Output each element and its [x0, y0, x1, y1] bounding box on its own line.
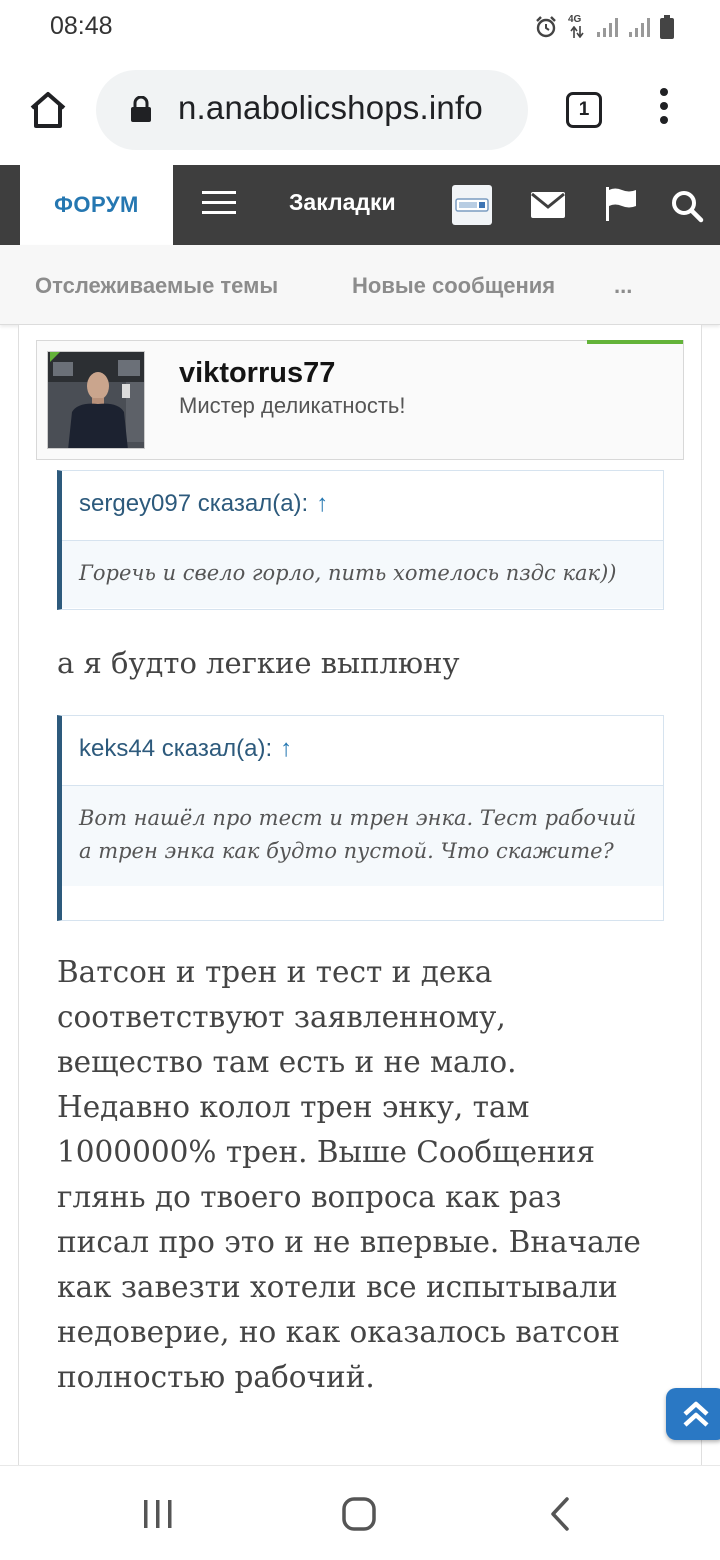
battery-icon — [660, 15, 674, 39]
avatar[interactable] — [47, 351, 145, 449]
post-reply-text: а я будто легкие выплюну — [57, 646, 460, 680]
overflow-menu-icon[interactable] — [654, 88, 674, 132]
online-indicator-bar — [587, 340, 683, 344]
quote-author[interactable]: sergey097 сказал(а): — [79, 490, 308, 517]
mail-icon[interactable] — [531, 192, 565, 218]
tab-forum-label: ФОРУМ — [54, 192, 139, 217]
sub-navigation: Отслеживаемые темы Новые сообщения ... — [0, 245, 720, 325]
avatar-icon[interactable] — [452, 185, 492, 225]
quote-header[interactable]: keks44 сказал(а): ↑ — [62, 716, 663, 786]
status-time: 08:48 — [50, 12, 113, 40]
author-title: Мистер деликатность! — [179, 393, 406, 418]
subnav-new-posts[interactable]: Новые сообщения — [352, 273, 555, 299]
search-icon[interactable] — [670, 189, 704, 223]
quote-header[interactable]: sergey097 сказал(а): ↑ — [62, 471, 663, 541]
address-bar[interactable]: n.anabolicshops.info — [96, 70, 528, 150]
quote-author[interactable]: keks44 сказал(а): — [79, 735, 272, 762]
subnav-more[interactable]: ... — [614, 273, 632, 299]
browser-toolbar: n.anabolicshops.info 1 — [0, 54, 720, 166]
lock-icon — [131, 96, 151, 122]
menu-icon[interactable] — [202, 191, 236, 215]
signal-icon-2 — [629, 18, 650, 37]
quote-jump-arrow-icon[interactable]: ↑ — [280, 735, 292, 762]
status-icons: 4G — [534, 14, 674, 40]
recents-icon[interactable] — [142, 1498, 174, 1530]
tab-forum[interactable]: ФОРУМ — [20, 165, 173, 245]
author-name[interactable]: viktorrus77 — [179, 357, 335, 390]
quote-block: sergey097 сказал(а): ↑ Горечь и свело гор… — [57, 470, 664, 610]
android-navigation-bar — [0, 1465, 720, 1560]
quote-text: Горечь и свело горло, пить хотелось пздс… — [62, 541, 663, 608]
home-icon[interactable] — [24, 86, 72, 134]
4g-data-icon: 4G — [568, 14, 586, 40]
subnav-watched-threads[interactable]: Отслеживаемые темы — [35, 273, 278, 299]
signal-icon — [597, 18, 618, 37]
forum-navbar: ФОРУМ Закладки — [0, 165, 720, 245]
alarm-icon — [536, 16, 556, 38]
scroll-to-top-button[interactable] — [666, 1388, 720, 1440]
tabs-icon[interactable]: 1 — [566, 92, 602, 128]
home-nav-icon[interactable] — [341, 1496, 377, 1532]
quote-text: Вот нашёл про тест и трен энка. Тест раб… — [62, 786, 663, 886]
bookmarks-link[interactable]: Закладки — [289, 189, 396, 216]
tab-count: 1 — [578, 99, 590, 120]
quote-jump-arrow-icon[interactable]: ↑ — [316, 490, 328, 517]
flag-icon[interactable] — [605, 187, 637, 221]
back-icon[interactable] — [548, 1496, 572, 1532]
network-type-label: 4G — [568, 14, 582, 25]
quote-block: keks44 сказал(а): ↑ Вот нашёл про тест и … — [57, 715, 664, 921]
post-author-card: viktorrus77 Мистер деликатность! — [36, 340, 684, 460]
post-body-text: Ватсон и трен и тест и дека соответствую… — [57, 955, 641, 1394]
double-chevron-up-icon — [683, 1401, 709, 1427]
url-text: n.anabolicshops.info — [178, 89, 483, 126]
status-bar: 08:48 4G — [0, 0, 720, 54]
